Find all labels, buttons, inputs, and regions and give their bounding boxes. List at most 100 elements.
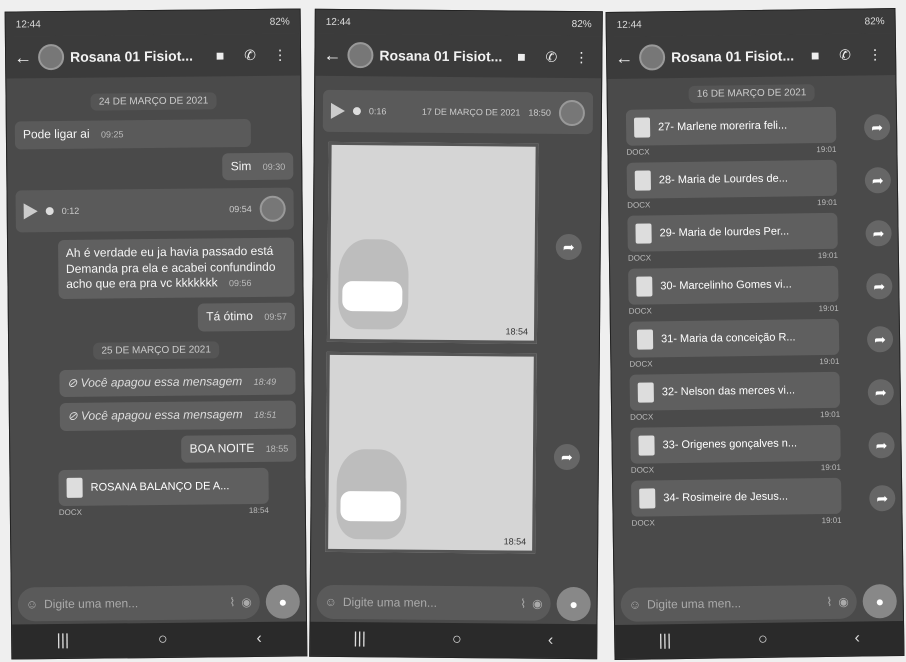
- chat-thread[interactable]: 0:16 17 DE MARÇO DE 2021 18:50 18:54 ➦ 1…: [311, 76, 601, 578]
- outgoing-message[interactable]: Tá ótimo 09:57: [198, 302, 295, 332]
- emoji-icon[interactable]: ☺: [325, 595, 337, 609]
- back-nav-icon[interactable]: ‹: [256, 630, 262, 648]
- document-time: 19:01: [821, 515, 842, 526]
- message-input[interactable]: ☺ Digite uma men... ⌇ ◉: [17, 584, 260, 622]
- home-icon[interactable]: ○: [452, 631, 462, 649]
- forward-icon[interactable]: ➦: [867, 379, 895, 406]
- mic-icon[interactable]: ●: [556, 586, 591, 622]
- forward-icon[interactable]: ➦: [868, 432, 895, 459]
- document-bubble[interactable]: 33- Origenes gonçalves n...: [630, 424, 841, 464]
- incoming-message[interactable]: Pode ligar ai 09:25: [14, 118, 252, 150]
- forward-icon[interactable]: ➦: [869, 485, 896, 512]
- camera-icon[interactable]: ◉: [241, 595, 252, 609]
- back-arrow-icon[interactable]: ←: [323, 44, 341, 65]
- more-options-icon[interactable]: ⋮: [268, 46, 292, 63]
- forward-icon[interactable]: ➦: [863, 114, 891, 141]
- deleted-text: Você apagou essa mensagem: [80, 373, 243, 390]
- avatar[interactable]: [347, 42, 374, 69]
- document-bubble[interactable]: 27- Marlene morerira feli...: [625, 106, 837, 146]
- document-bubble[interactable]: 34- Rosimeire de Jesus...: [631, 477, 842, 517]
- document-bubble[interactable]: ROSANA BALANÇO DE A...: [58, 468, 269, 507]
- photo-message[interactable]: 18:54 ➦: [321, 141, 593, 344]
- document-message[interactable]: 32- Nelson das merces vi... DOCX 19:01 ➦: [629, 371, 895, 422]
- photo-image[interactable]: 18:54: [326, 141, 539, 344]
- phone-call-icon[interactable]: ✆: [833, 46, 857, 63]
- more-options-icon[interactable]: ⋮: [569, 48, 593, 65]
- document-message[interactable]: ROSANA BALANÇO DE A... DOCX 18:54: [58, 468, 296, 517]
- voice-time: 18:50: [528, 107, 551, 118]
- play-icon[interactable]: [23, 203, 38, 220]
- document-message[interactable]: 33- Origenes gonçalves n... DOCX 19:01 ➦: [630, 424, 895, 475]
- document-bubble[interactable]: 31- Maria da conceição R...: [628, 318, 840, 358]
- document-bubble[interactable]: 32- Nelson das merces vi...: [629, 371, 841, 411]
- home-icon[interactable]: ○: [758, 631, 768, 649]
- phone-call-icon[interactable]: ✆: [238, 46, 262, 63]
- document-bubble[interactable]: 29- Maria de lourdes Per...: [627, 212, 838, 252]
- document-bubble[interactable]: 30- Marcelinho Gomes vi...: [628, 265, 839, 305]
- document-message[interactable]: 34- Rosimeire de Jesus... DOCX 19:01 ➦: [631, 477, 896, 528]
- video-call-icon[interactable]: ■: [803, 47, 827, 63]
- deleted-message[interactable]: ⊘ Você apagou essa mensagem 18:49: [59, 367, 296, 398]
- emoji-icon[interactable]: ☺: [629, 598, 641, 612]
- document-bubble[interactable]: 28- Maria de Lourdes de...: [626, 159, 838, 199]
- photo-message[interactable]: 18:54 ➦: [319, 351, 591, 554]
- deleted-message[interactable]: ⊘ Você apagou essa mensagem 18:51: [59, 400, 296, 431]
- back-nav-icon[interactable]: ‹: [548, 632, 553, 650]
- emoji-icon[interactable]: ☺: [26, 597, 38, 611]
- document-message[interactable]: 30- Marcelinho Gomes vi... DOCX 19:01 ➦: [628, 265, 893, 316]
- chat-thread[interactable]: 24 DE MARÇO DE 2021 Pode ligar ai 09:25 …: [6, 75, 305, 578]
- home-icon[interactable]: ○: [158, 631, 168, 649]
- document-message[interactable]: 29- Maria de lourdes Per... DOCX 19:01 ➦: [627, 212, 892, 263]
- voice-message[interactable]: 0:12 09:54: [15, 187, 294, 233]
- message-input[interactable]: ☺ Digite uma men... ⌇ ◉: [316, 584, 551, 621]
- video-call-icon[interactable]: ■: [509, 48, 533, 65]
- mic-icon[interactable]: ●: [265, 584, 300, 619]
- message-composer: ☺ Digite uma men... ⌇ ◉ ●: [17, 582, 300, 625]
- attach-icon[interactable]: ⌇: [520, 597, 526, 611]
- message-input[interactable]: ☺ Digite uma men... ⌇ ◉: [620, 584, 857, 622]
- recent-apps-icon[interactable]: |||: [353, 630, 366, 648]
- document-message[interactable]: 28- Maria de Lourdes de... DOCX 19:01 ➦: [626, 159, 892, 210]
- play-icon[interactable]: [330, 102, 346, 120]
- chat-thread[interactable]: 16 DE MARÇO DE 2021 27- Marlene morerira…: [607, 75, 902, 579]
- forward-icon[interactable]: ➦: [865, 220, 892, 247]
- back-nav-icon[interactable]: ‹: [854, 630, 860, 648]
- recent-apps-icon[interactable]: |||: [57, 632, 70, 650]
- camera-icon[interactable]: ◉: [532, 597, 543, 611]
- photo-image[interactable]: 18:54: [325, 351, 537, 554]
- scrubber-dot[interactable]: [45, 207, 54, 216]
- forward-icon[interactable]: ➦: [864, 167, 892, 194]
- outgoing-message[interactable]: Sim 09:30: [222, 152, 294, 181]
- phone-call-icon[interactable]: ✆: [539, 48, 563, 65]
- recent-apps-icon[interactable]: |||: [659, 632, 672, 650]
- face-mask: [342, 281, 403, 312]
- forward-icon[interactable]: ➦: [866, 326, 894, 353]
- scrubber-dot[interactable]: [352, 107, 361, 116]
- mic-icon[interactable]: ●: [862, 584, 897, 619]
- voice-message[interactable]: 0:16 17 DE MARÇO DE 2021 18:50: [322, 89, 594, 135]
- battery-level: 82%: [864, 15, 885, 27]
- back-arrow-icon[interactable]: ←: [14, 47, 32, 68]
- more-options-icon[interactable]: ⋮: [863, 46, 887, 63]
- document-time: 19:01: [817, 197, 838, 208]
- forward-icon[interactable]: ➦: [555, 233, 582, 261]
- outgoing-message[interactable]: BOA NOITE 18:55: [181, 434, 297, 464]
- status-time: 12:44: [15, 18, 41, 30]
- message-text: Tá ótimo: [206, 308, 254, 324]
- avatar[interactable]: [638, 44, 666, 71]
- back-arrow-icon[interactable]: ←: [615, 47, 633, 68]
- forward-icon[interactable]: ➦: [866, 273, 893, 300]
- attach-icon[interactable]: ⌇: [826, 595, 832, 609]
- contact-name[interactable]: Rosana 01 Fisiot...: [70, 48, 202, 65]
- contact-name[interactable]: Rosana 01 Fisiot...: [379, 47, 503, 64]
- contact-name[interactable]: Rosana 01 Fisiot...: [671, 47, 797, 65]
- document-message[interactable]: 27- Marlene morerira feli... DOCX 19:01 …: [625, 106, 891, 157]
- document-message[interactable]: 31- Maria da conceição R... DOCX 19:01 ➦: [628, 318, 894, 369]
- document-footer: DOCX 19:01: [631, 463, 841, 475]
- attach-icon[interactable]: ⌇: [229, 595, 235, 609]
- avatar[interactable]: [37, 43, 65, 71]
- forward-icon[interactable]: ➦: [553, 443, 581, 471]
- camera-icon[interactable]: ◉: [838, 595, 849, 609]
- video-call-icon[interactable]: ■: [208, 47, 232, 63]
- outgoing-message-long[interactable]: Ah é verdade eu ja havia passado está De…: [57, 237, 295, 299]
